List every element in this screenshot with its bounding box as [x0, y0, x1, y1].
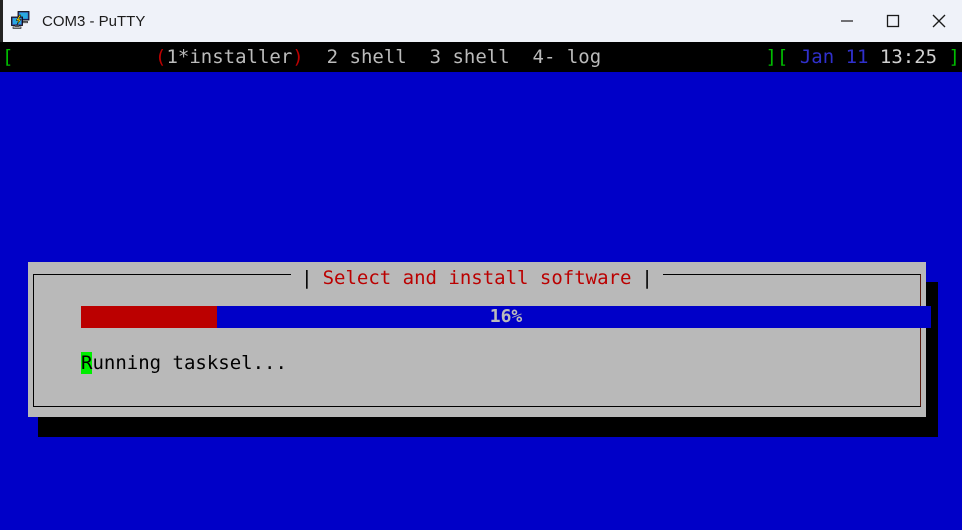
dialog-status-text-rest: unning tasksel... [92, 352, 287, 374]
tmux-active-window-paren-open: ( [155, 46, 167, 68]
close-icon [932, 14, 946, 28]
tmux-time-spacer [868, 46, 879, 68]
close-button[interactable] [916, 0, 962, 42]
tmux-window-list[interactable]: (1*installer) 2 shell 3 shell 4- log [155, 42, 601, 72]
tmux-date [788, 46, 799, 68]
minimize-button[interactable] [824, 0, 870, 42]
tmux-left-bracket: [ [2, 46, 14, 68]
progress-bar-percent-label: 16% [489, 306, 523, 327]
putty-window: COM3 - PuTTY [(1*installer) 2 shell 3 s… [0, 0, 962, 530]
putty-icon [11, 11, 30, 29]
maximize-button[interactable] [870, 0, 916, 42]
tmux-status-right: ][ Jan 11 13:25 ] [765, 42, 960, 72]
progress-bar: 16% [81, 306, 931, 328]
tmux-right-close-bracket: ][ [765, 46, 789, 68]
tmux-date-value: Jan 11 [799, 46, 869, 68]
tmux-time-value: 13:25 [879, 46, 938, 68]
tmux-window-item-2-shell[interactable]: 2 shell [304, 46, 407, 68]
tmux-right-end-bracket: ] [937, 46, 960, 68]
window-titlebar[interactable]: COM3 - PuTTY [0, 0, 962, 42]
minimize-icon [841, 20, 853, 22]
window-controls [824, 0, 962, 42]
dialog-inner-border [33, 274, 921, 407]
dialog-status-text: Running tasksel... [81, 350, 287, 376]
window-title: COM3 - PuTTY [42, 12, 146, 30]
terminal-screen[interactable]: [ (1*installer) 2 shell 3 shell 4- log ]… [0, 42, 962, 530]
tmux-active-window-paren-close: ) [292, 46, 304, 68]
install-progress-dialog: | Select and install software | 16% Runn… [28, 262, 931, 417]
tmux-window-item-installer[interactable]: 1*installer [166, 46, 292, 68]
tmux-window-item-4-log[interactable]: 4- log [510, 46, 602, 68]
maximize-icon [886, 14, 900, 28]
titlebar-left-edge [0, 0, 3, 42]
tmux-window-item-3-shell[interactable]: 3 shell [407, 46, 510, 68]
tmux-status-bar: [ (1*installer) 2 shell 3 shell 4- log ]… [0, 42, 962, 72]
terminal-cursor: R [81, 352, 93, 374]
